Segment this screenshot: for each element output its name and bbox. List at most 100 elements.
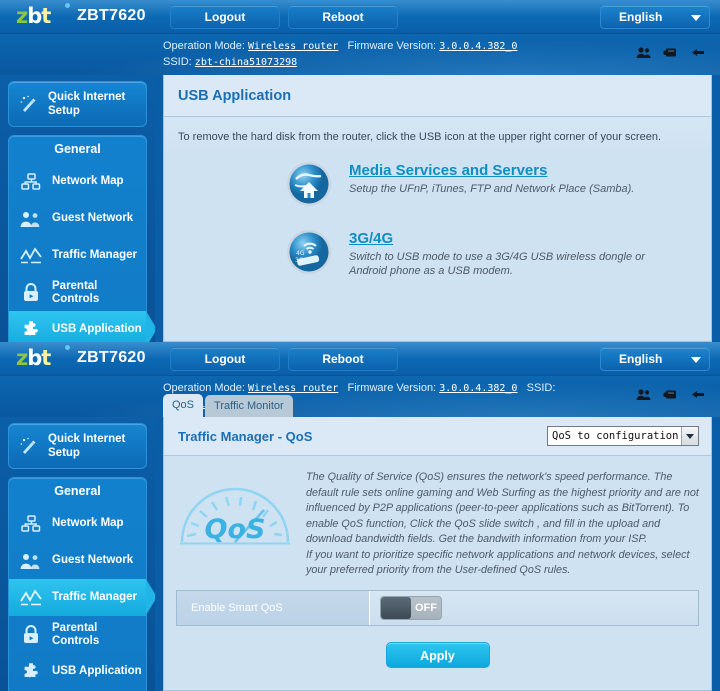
usb-application-icon bbox=[19, 319, 43, 341]
apply-button[interactable]: Apply bbox=[385, 641, 490, 668]
firmware-label: Firmware Version: bbox=[347, 382, 437, 394]
tab-qos[interactable]: QoS bbox=[163, 394, 204, 417]
sidebar-group-title: General bbox=[54, 484, 101, 498]
top-bar-usb: zbt ZBT7620 Logout Reboot English bbox=[0, 0, 720, 34]
sidebar-item-usb-application[interactable]: USB Application bbox=[9, 311, 157, 342]
media-services-description: Setup the UFnP, iTunes, FTP and Network … bbox=[349, 183, 635, 195]
sidebar-item-label: Parental Controls bbox=[52, 279, 100, 305]
sidebar-qos: Quick Internet Setup General Network Map… bbox=[0, 417, 157, 691]
language-selector-value: English bbox=[619, 10, 663, 24]
sidebar-item-label: Guest Network bbox=[52, 554, 134, 566]
3g-4g-link[interactable]: 3G/4G bbox=[349, 230, 393, 247]
logo-letter-b: b bbox=[27, 346, 42, 370]
usb-device-icon[interactable] bbox=[663, 388, 678, 401]
sidebar-item-traffic-manager[interactable]: Traffic Manager bbox=[9, 237, 146, 274]
svg-text:4G: 4G bbox=[296, 250, 305, 257]
network-connection-icon[interactable] bbox=[690, 388, 706, 401]
sidebar-item-label: USB Application bbox=[52, 665, 142, 677]
operation-mode-label: Operation Mode: bbox=[163, 382, 245, 394]
usb-application-list: Media Services and Servers Setup the UFn… bbox=[164, 143, 711, 300]
ssid-value[interactable]: zbt-china51073298 bbox=[195, 57, 297, 68]
router-page-usb-application: zbt ZBT7620 Logout Reboot English Operat… bbox=[0, 0, 720, 342]
sidebar-item-usb-application[interactable]: USB Application bbox=[9, 653, 146, 690]
3g-4g-dongle-icon: 4G 3G bbox=[286, 229, 332, 275]
clients-users-icon[interactable] bbox=[636, 388, 651, 401]
ssid-label: SSID: bbox=[526, 382, 556, 394]
quick-internet-setup-label: Quick Internet Setup bbox=[48, 433, 126, 459]
enable-smart-qos-toggle[interactable]: OFF bbox=[380, 595, 442, 620]
logout-button[interactable]: Logout bbox=[170, 347, 280, 371]
qos-description-area: QoS The Quality of Service (QoS) ensures… bbox=[164, 456, 711, 579]
router-model-name: ZBT7620 bbox=[77, 349, 146, 366]
qos-tab-bar: QoS Traffic Monitor bbox=[163, 394, 293, 417]
3g-4g-block: 3G/4G Switch to USB mode to use a 3G/4G … bbox=[349, 229, 649, 278]
media-services-block: Media Services and Servers Setup the UFn… bbox=[349, 161, 634, 196]
traffic-manager-icon bbox=[19, 245, 43, 267]
sidebar-item-label: Traffic Manager bbox=[52, 249, 137, 261]
operation-mode-label: Operation Mode: bbox=[163, 40, 245, 52]
usb-device-icon[interactable] bbox=[663, 46, 678, 59]
sidebar-item-quick-internet-setup[interactable]: Quick Internet Setup bbox=[8, 81, 147, 127]
sidebar-menu-general-qos: General Network Map Guest Network Traffi… bbox=[8, 477, 157, 691]
sidebar-item-traffic-manager[interactable]: Traffic Manager bbox=[9, 579, 157, 616]
magic-wand-icon bbox=[17, 435, 41, 457]
sidebar-item-label: Guest Network bbox=[52, 212, 134, 224]
sidebar-item-quick-internet-setup[interactable]: Quick Internet Setup bbox=[8, 423, 147, 469]
chevron-down-icon bbox=[681, 427, 698, 445]
logo-letter-t: t bbox=[41, 346, 52, 370]
language-selector[interactable]: English bbox=[600, 5, 710, 29]
logo-antenna-dot-icon bbox=[65, 3, 70, 8]
clients-users-icon[interactable] bbox=[636, 46, 651, 59]
network-connection-icon[interactable] bbox=[690, 46, 706, 59]
qos-paragraph-1: The Quality of Service (QoS) ensures the… bbox=[306, 471, 699, 545]
enable-smart-qos-label: Enable Smart QoS bbox=[177, 590, 370, 625]
page-title: USB Application bbox=[164, 75, 711, 117]
qos-gauge-graphic: QoS bbox=[176, 470, 298, 579]
info-strip-qos: Operation Mode: Wireless router Firmware… bbox=[0, 376, 720, 417]
network-map-icon bbox=[19, 513, 43, 535]
sidebar-item-parental-controls[interactable]: Parental Controls bbox=[9, 274, 146, 311]
tab-traffic-monitor[interactable]: Traffic Monitor bbox=[205, 395, 293, 417]
firmware-value[interactable]: 3.0.0.4.382_0 bbox=[439, 383, 517, 394]
brand-logo-qos: zbt ZBT7620 bbox=[16, 345, 146, 370]
svg-text:3G: 3G bbox=[295, 257, 304, 264]
reboot-button[interactable]: Reboot bbox=[288, 5, 398, 29]
sidebar-item-guest-network[interactable]: Guest Network bbox=[9, 542, 146, 579]
sidebar-item-label: Parental Controls bbox=[52, 621, 100, 647]
list-item: 4G 3G 3G/4G Switch to USB mode to use a … bbox=[164, 229, 711, 300]
sidebar-item-label: Traffic Manager bbox=[52, 591, 137, 603]
language-selector-value: English bbox=[619, 352, 663, 366]
operation-mode-value[interactable]: Wireless router bbox=[248, 383, 338, 394]
sidebar-item-parental-controls[interactable]: Parental Controls bbox=[9, 616, 146, 653]
operation-mode-value[interactable]: Wireless router bbox=[248, 41, 338, 52]
logout-button[interactable]: Logout bbox=[170, 5, 280, 29]
logo-antenna-dot-icon bbox=[65, 345, 70, 350]
logo-letter-b: b bbox=[27, 4, 42, 28]
language-selector[interactable]: English bbox=[600, 347, 710, 371]
sidebar-item-network-map[interactable]: Network Map bbox=[9, 163, 146, 200]
qos-card-header: Traffic Manager - QoS QoS to configurati… bbox=[164, 417, 711, 456]
logo-letter-z: z bbox=[16, 4, 28, 28]
qos-paragraph-2: If you want to prioritize specific netwo… bbox=[306, 548, 690, 577]
logo-letter-t: t bbox=[41, 4, 52, 28]
sidebar-item-label: Network Map bbox=[52, 517, 124, 529]
qos-configuration-select[interactable]: QoS to configuration bbox=[547, 426, 699, 446]
media-server-globe-house-icon bbox=[286, 161, 332, 207]
reboot-button[interactable]: Reboot bbox=[288, 347, 398, 371]
zbt-logo-icon: zbt bbox=[16, 345, 70, 370]
header-icon-group-usb bbox=[636, 46, 706, 59]
media-services-link[interactable]: Media Services and Servers bbox=[349, 162, 547, 179]
firmware-label: Firmware Version: bbox=[347, 40, 437, 52]
3g-4g-description: Switch to USB mode to use a 3G/4G USB wi… bbox=[349, 251, 645, 277]
sidebar-item-label: Network Map bbox=[52, 175, 124, 187]
firmware-value[interactable]: 3.0.0.4.382_0 bbox=[439, 41, 517, 52]
toggle-state-label: OFF bbox=[415, 601, 437, 614]
chevron-down-icon bbox=[691, 357, 701, 363]
sidebar-item-network-map[interactable]: Network Map bbox=[9, 505, 146, 542]
usb-application-icon bbox=[19, 661, 43, 683]
list-item: Media Services and Servers Setup the UFn… bbox=[164, 161, 711, 229]
apply-button-row: Apply bbox=[164, 641, 711, 668]
sidebar-item-guest-network[interactable]: Guest Network bbox=[9, 200, 146, 237]
page-title: Traffic Manager - QoS bbox=[178, 428, 313, 444]
ssid-label: SSID: bbox=[163, 56, 192, 68]
